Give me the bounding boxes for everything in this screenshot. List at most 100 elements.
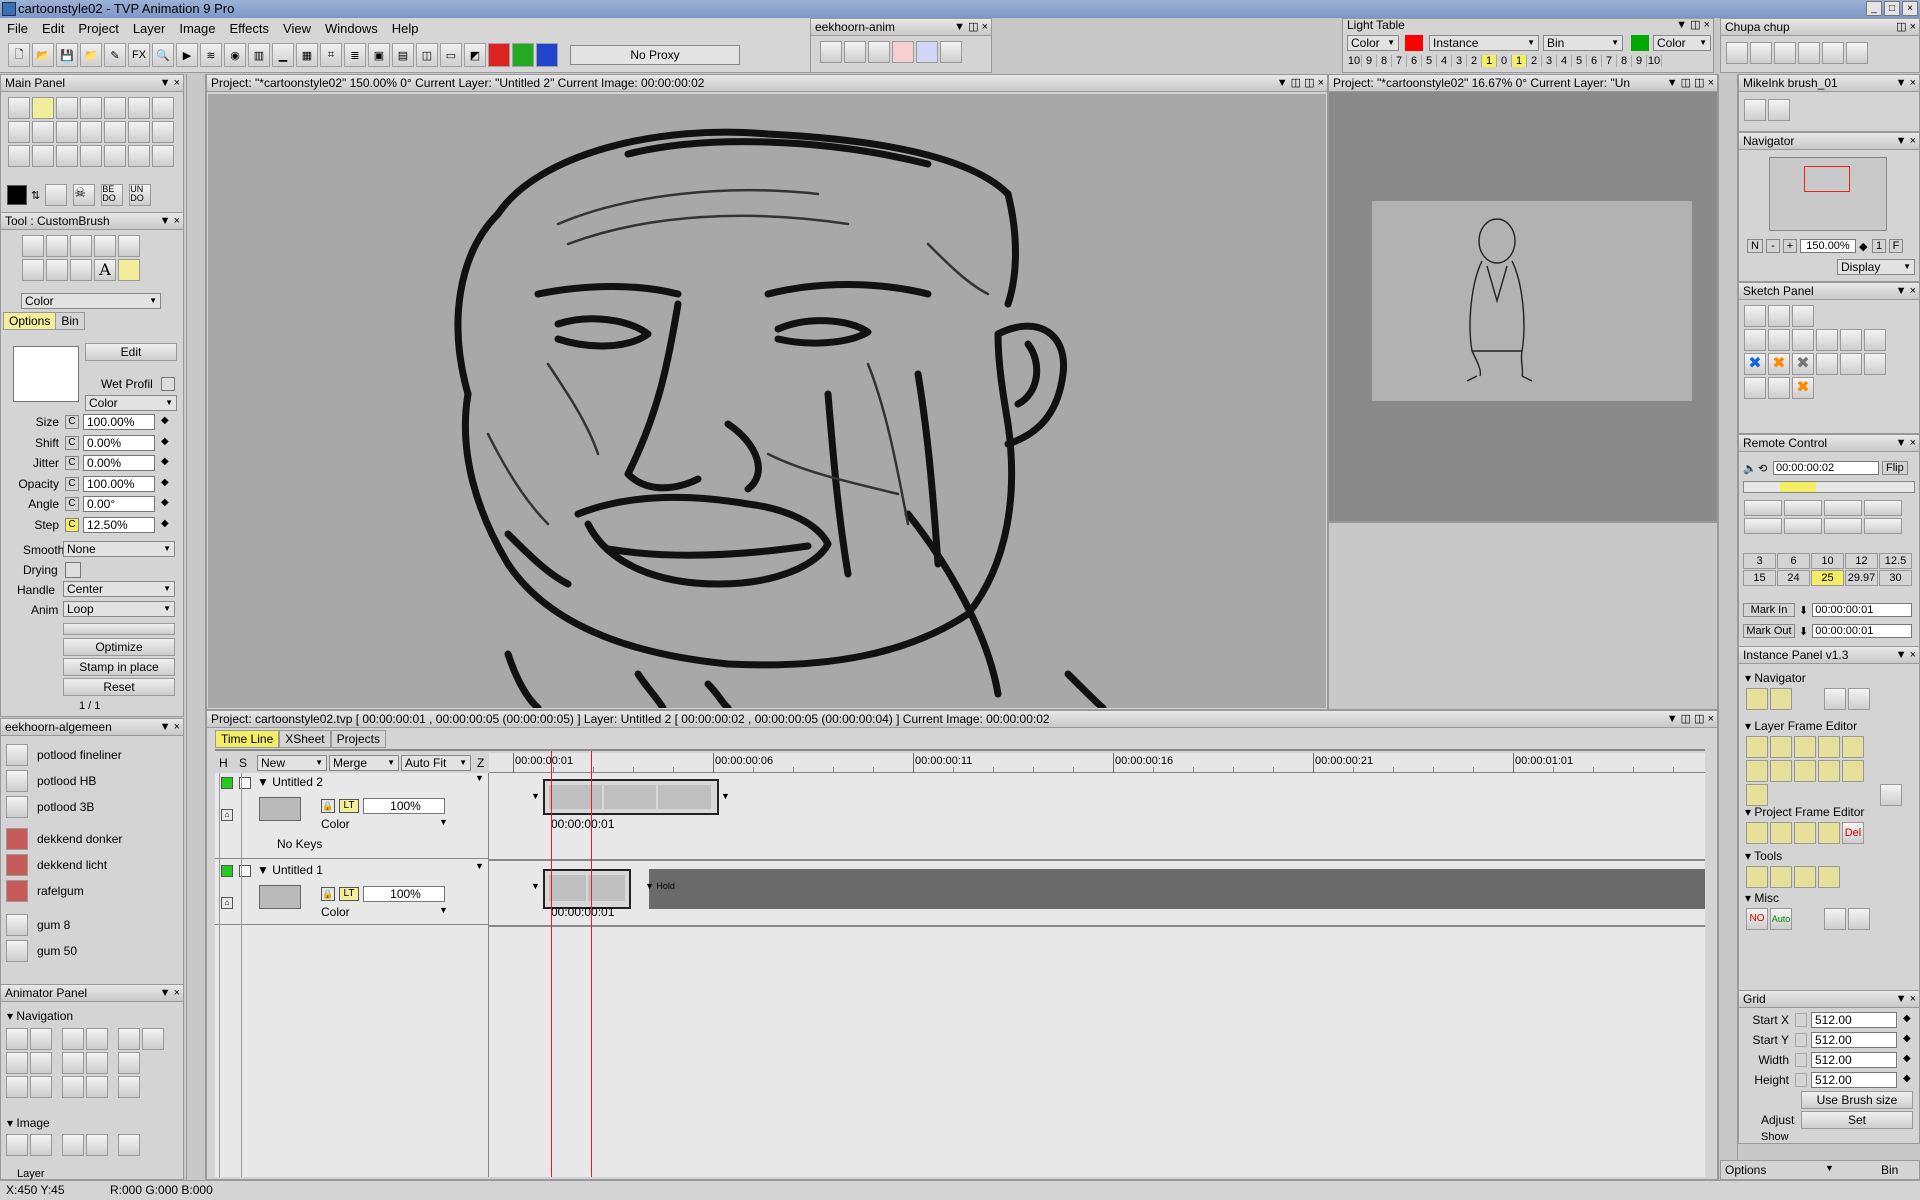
- tool-lock-icon[interactable]: [1794, 866, 1816, 888]
- pencil-brush-icon[interactable]: [844, 41, 866, 63]
- light-table-before-frame[interactable]: 3: [1452, 55, 1467, 67]
- go-end-button[interactable]: [1864, 518, 1902, 534]
- blob-brush-icon[interactable]: [1822, 42, 1844, 64]
- flag-icon[interactable]: [118, 1076, 140, 1098]
- knife-icon[interactable]: [22, 259, 44, 281]
- mechanical-pencil-icon[interactable]: [118, 235, 140, 257]
- fill-frame-icon[interactable]: [1746, 784, 1768, 806]
- ruler-icon[interactable]: ▁: [272, 43, 294, 67]
- grid-field-value[interactable]: 512.00: [1811, 1052, 1897, 1068]
- fps-button[interactable]: 30: [1879, 570, 1912, 586]
- light-table-after-frame[interactable]: 9: [1632, 55, 1647, 67]
- frame-thumbnail[interactable]: [549, 875, 586, 901]
- minimize-button[interactable]: _: [1866, 1, 1882, 16]
- param-curve-toggle[interactable]: C: [65, 476, 79, 491]
- param-curve-toggle[interactable]: C: [65, 456, 79, 470]
- drying-checkbox[interactable]: [65, 562, 81, 578]
- project-remove-icon[interactable]: [1770, 822, 1792, 844]
- grid-field-value[interactable]: 512.00: [1811, 1072, 1897, 1088]
- param-value-field[interactable]: 100.00%: [83, 414, 155, 430]
- delete-gray-icon[interactable]: ✖: [1792, 353, 1814, 375]
- ball-brush-icon[interactable]: [1846, 42, 1868, 64]
- copy-frame-icon[interactable]: [1842, 760, 1864, 782]
- anim-slider[interactable]: [63, 623, 175, 635]
- stop-button[interactable]: [1864, 500, 1902, 516]
- sketch-pencil-icon[interactable]: [1768, 305, 1790, 327]
- brush-preset-item[interactable]: potlood fineliner: [5, 743, 122, 767]
- xsheet-icon[interactable]: [6, 1076, 28, 1098]
- edit-button[interactable]: Edit: [85, 343, 177, 361]
- next-frame-button[interactable]: [1824, 500, 1862, 516]
- menu-edit[interactable]: Edit: [35, 21, 71, 36]
- wet-profil-checkbox[interactable]: [161, 377, 175, 391]
- light-table-before-frame[interactable]: 4: [1437, 55, 1452, 67]
- prev-frame-button[interactable]: [1744, 500, 1782, 516]
- playhead-current[interactable]: [591, 751, 592, 1177]
- delete-frame-button[interactable]: Del: [1842, 822, 1864, 844]
- param-spin-icon[interactable]: ◆: [161, 456, 169, 467]
- optimize-button[interactable]: Optimize: [63, 638, 175, 656]
- grid-icon[interactable]: ▦: [296, 43, 318, 67]
- rewind-button[interactable]: [1784, 518, 1822, 534]
- play-icon[interactable]: ▶: [176, 43, 198, 67]
- adjust-set-button[interactable]: Set: [1801, 1111, 1913, 1129]
- before-color-swatch[interactable]: [1405, 35, 1423, 51]
- mark-in-field[interactable]: 00:00:00:01: [1812, 603, 1913, 617]
- light-table-before-frame[interactable]: 8: [1377, 55, 1392, 67]
- param-value-field[interactable]: 0.00%: [83, 434, 155, 451]
- rotate-ccw-icon[interactable]: [86, 1052, 108, 1074]
- timeline-ruler[interactable]: 00:00:00:01 00:00:00:06 00:00:00:11 00:00:0…: [489, 753, 1705, 773]
- loop-icon[interactable]: ⟲: [1758, 462, 1770, 475]
- brush-preset-item[interactable]: rafelgum: [5, 879, 84, 903]
- param-curve-toggle[interactable]: C: [65, 517, 79, 532]
- sketch-pencil-icon[interactable]: [1792, 305, 1814, 327]
- param-spin-icon[interactable]: ◆: [161, 518, 169, 529]
- prev-key-icon[interactable]: [62, 1028, 84, 1050]
- layer-row[interactable]: ▼ Untitled 1 ▼ ⌂ 🔒 LT 100% Color ▼: [215, 861, 489, 925]
- menu-layer[interactable]: Layer: [126, 21, 173, 36]
- tab-bin-right[interactable]: Bin: [1881, 1163, 1898, 1177]
- skull-image-icon[interactable]: [118, 1134, 140, 1156]
- new-frame-icon[interactable]: [1818, 736, 1840, 758]
- light-table-after-frame[interactable]: 1: [1512, 55, 1527, 67]
- rectangle-icon[interactable]: [104, 97, 126, 119]
- light-table-after-frame[interactable]: 3: [1542, 55, 1557, 67]
- light-table-after-frame[interactable]: 2: [1527, 55, 1542, 67]
- delete-orange-icon[interactable]: ✖: [1792, 377, 1814, 399]
- crop-tool-icon[interactable]: [128, 145, 150, 167]
- eraser-icon[interactable]: [1798, 42, 1820, 64]
- frame-thumbnail[interactable]: [588, 875, 625, 901]
- blend-mode-dropdown-icon[interactable]: ▼: [439, 817, 448, 827]
- zoom-icon[interactable]: 🔍: [152, 43, 174, 67]
- forward-button[interactable]: [1824, 518, 1862, 534]
- grid-field-toggle[interactable]: [1795, 1033, 1807, 1047]
- fps-button[interactable]: 10: [1811, 553, 1844, 569]
- next-instance-icon[interactable]: [1770, 688, 1792, 710]
- fps-button[interactable]: 24: [1777, 570, 1810, 586]
- brush-icon[interactable]: ✎: [104, 43, 126, 67]
- layer-opacity[interactable]: 100%: [363, 886, 445, 902]
- light-table-before-frame[interactable]: 7: [1392, 55, 1407, 67]
- swap-colors-icon[interactable]: ⇅: [31, 189, 40, 202]
- text-icon[interactable]: A: [94, 259, 116, 281]
- panel-controls-icon[interactable]: ▼ ×: [1896, 647, 1916, 663]
- brush-preset-item[interactable]: potlood HB: [5, 769, 96, 793]
- bin-select[interactable]: Bin: [1543, 35, 1623, 51]
- light-table-color-select[interactable]: Color: [1653, 35, 1711, 51]
- delete-image-icon[interactable]: [62, 1134, 84, 1156]
- light-table-after-frame[interactable]: 8: [1617, 55, 1632, 67]
- layer-row[interactable]: ▼ Untitled 2 ▼ ⌂ 🔒 LT 100% Color ▼ No Ke…: [215, 773, 489, 859]
- drawing-canvas[interactable]: [208, 94, 1326, 708]
- ink-brush-icon[interactable]: [940, 41, 962, 63]
- zoom-tool-icon[interactable]: [152, 121, 174, 143]
- gradient-icon[interactable]: ▥: [248, 43, 270, 67]
- tab-time-line[interactable]: Time Line: [215, 730, 280, 748]
- param-value-field[interactable]: 100.00%: [83, 475, 155, 492]
- panel-controls-icon[interactable]: ▼ ×: [1896, 75, 1916, 91]
- un-do-icon[interactable]: UN DO: [129, 184, 152, 206]
- eraser-icon[interactable]: [1774, 42, 1796, 64]
- navigator-preview[interactable]: [1769, 157, 1887, 231]
- grid-spin-icon[interactable]: ◆: [1903, 1033, 1911, 1044]
- right-splitter[interactable]: [1718, 74, 1738, 1180]
- select-rect-icon[interactable]: [8, 121, 30, 143]
